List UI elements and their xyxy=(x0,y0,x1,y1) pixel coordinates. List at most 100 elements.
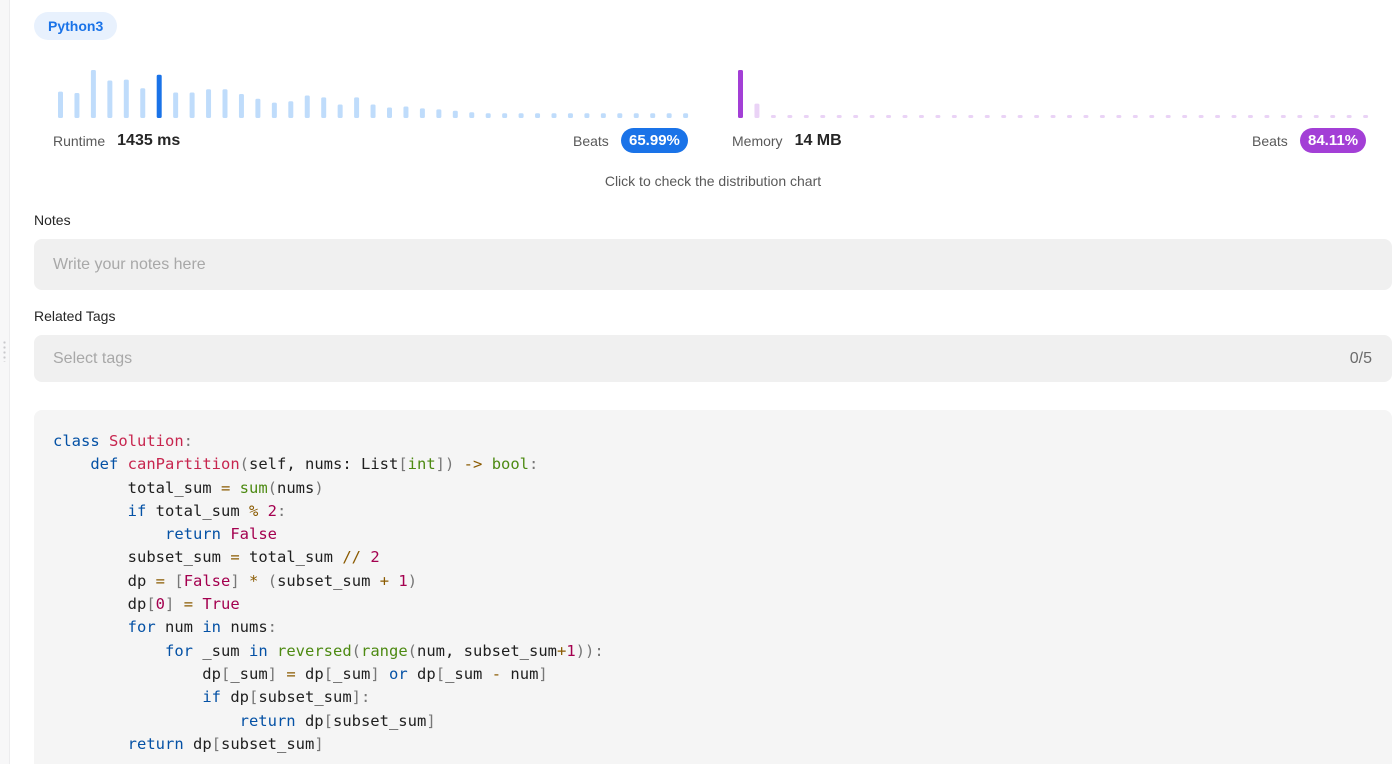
runtime-dist-bar[interactable] xyxy=(222,89,228,118)
language-pill[interactable]: Python3 xyxy=(34,12,118,40)
memory-dist-bar[interactable] xyxy=(1247,115,1253,118)
memory-dist-bar[interactable] xyxy=(869,115,875,118)
code-token: ]) xyxy=(435,455,455,474)
runtime-dist-bar[interactable] xyxy=(304,95,310,118)
memory-dist-bar[interactable] xyxy=(836,115,842,118)
runtime-dist-bar[interactable] xyxy=(189,92,195,118)
memory-dist-bar[interactable] xyxy=(935,115,941,118)
notes-input[interactable]: Write your notes here xyxy=(34,239,1392,290)
memory-dist-bar[interactable] xyxy=(853,115,859,118)
memory-dist-bar[interactable] xyxy=(1017,115,1023,118)
runtime-dist-bar[interactable] xyxy=(419,108,425,118)
runtime-dist-bar[interactable] xyxy=(485,113,491,118)
runtime-dist-bar[interactable] xyxy=(58,91,63,118)
runtime-dist-bar[interactable] xyxy=(551,113,557,118)
runtime-dist-bar[interactable] xyxy=(238,94,244,118)
runtime-dist-bar[interactable] xyxy=(140,88,146,118)
runtime-dist-bar[interactable] xyxy=(255,98,261,118)
memory-dist-bar[interactable] xyxy=(803,115,809,118)
runtime-dist-bar[interactable] xyxy=(469,112,475,118)
runtime-dist-bar[interactable] xyxy=(288,101,294,118)
code-token: = xyxy=(286,664,296,683)
runtime-dist-bar[interactable] xyxy=(502,113,508,118)
memory-distribution-chart[interactable] xyxy=(730,60,1380,122)
memory-dist-bar[interactable] xyxy=(1363,115,1369,118)
runtime-dist-bar[interactable] xyxy=(354,97,360,118)
memory-dist-bar[interactable] xyxy=(1116,115,1122,118)
runtime-dist-bar[interactable] xyxy=(650,113,656,118)
memory-dist-bar[interactable] xyxy=(1264,115,1270,118)
distribution-chart-hint[interactable]: Click to check the distribution chart xyxy=(0,173,1400,189)
tags-select[interactable]: Select tags 0/5 xyxy=(34,335,1392,382)
code-token: return xyxy=(164,525,221,544)
runtime-dist-bar[interactable] xyxy=(337,104,343,118)
memory-dist-bar[interactable] xyxy=(886,115,892,118)
memory-dist-bar[interactable] xyxy=(1050,115,1056,118)
memory-dist-bar[interactable] xyxy=(984,115,990,118)
runtime-dist-bar[interactable] xyxy=(271,102,277,118)
runtime-dist-bar[interactable] xyxy=(633,113,639,118)
runtime-dist-bar[interactable] xyxy=(452,110,458,118)
memory-dist-bar[interactable] xyxy=(1083,115,1089,118)
memory-dist-bar[interactable] xyxy=(1034,115,1040,118)
memory-dist-bar[interactable] xyxy=(820,115,826,118)
code-token: bool xyxy=(491,455,530,474)
memory-value: 14 MB xyxy=(794,132,842,149)
memory-dist-bar[interactable] xyxy=(1001,115,1007,118)
memory-dist-bar[interactable] xyxy=(1297,115,1303,118)
memory-dist-bar[interactable] xyxy=(1313,115,1319,118)
runtime-dist-bar[interactable] xyxy=(683,113,689,118)
code-token: range xyxy=(361,641,408,660)
runtime-dist-bar[interactable] xyxy=(206,89,212,118)
memory-dist-bar[interactable] xyxy=(951,115,957,118)
runtime-dist-bar[interactable] xyxy=(584,113,590,118)
memory-dist-bar[interactable] xyxy=(1099,115,1105,118)
runtime-dist-bar[interactable] xyxy=(567,113,573,118)
memory-dist-bar[interactable] xyxy=(1165,115,1171,118)
memory-dist-bar[interactable] xyxy=(968,115,974,118)
runtime-dist-bar[interactable] xyxy=(90,70,96,118)
resize-handle[interactable] xyxy=(3,340,6,362)
runtime-dist-bar[interactable] xyxy=(600,113,606,118)
memory-dist-bar[interactable] xyxy=(902,115,908,118)
runtime-dist-bar[interactable] xyxy=(666,113,672,118)
memory-dist-bar[interactable] xyxy=(1330,115,1336,118)
runtime-dist-bar[interactable] xyxy=(74,93,80,118)
code-block[interactable]: class Solution: def canPartition(self, n… xyxy=(34,410,1392,764)
runtime-dist-bar[interactable] xyxy=(403,106,409,118)
memory-dist-bar[interactable] xyxy=(1346,115,1352,118)
runtime-dist-bar[interactable] xyxy=(370,104,376,118)
runtime-dist-bar[interactable] xyxy=(156,74,162,118)
runtime-dist-bar[interactable] xyxy=(535,113,541,118)
memory-dist-bar[interactable] xyxy=(1149,115,1155,118)
code-token: Solution xyxy=(109,432,184,450)
memory-dist-bar[interactable] xyxy=(754,103,760,118)
memory-dist-bar[interactable] xyxy=(1198,115,1204,118)
tags-count: 0/5 xyxy=(1349,349,1372,367)
memory-dist-bar[interactable] xyxy=(918,115,924,118)
runtime-dist-bar[interactable] xyxy=(123,79,129,118)
runtime-dist-bar[interactable] xyxy=(617,113,623,118)
memory-dist-bar[interactable] xyxy=(738,70,743,118)
memory-dist-bar[interactable] xyxy=(1280,115,1286,118)
memory-dist-bar[interactable] xyxy=(770,115,776,118)
code-token: + xyxy=(379,571,390,590)
memory-dist-bar[interactable] xyxy=(787,115,793,118)
memory-dist-bar[interactable] xyxy=(1132,115,1138,118)
memory-dist-bar[interactable] xyxy=(1182,115,1188,118)
runtime-dist-bar[interactable] xyxy=(321,97,327,118)
memory-dist-bar[interactable] xyxy=(1215,115,1221,118)
runtime-dist-bar[interactable] xyxy=(518,113,524,118)
memory-dist-bar[interactable] xyxy=(1067,115,1072,118)
code-token: dp xyxy=(220,688,249,707)
runtime-distribution-chart[interactable] xyxy=(50,60,700,122)
runtime-dist-bar[interactable] xyxy=(107,80,113,118)
runtime-dist-bar[interactable] xyxy=(173,92,179,118)
runtime-dist-bar[interactable] xyxy=(387,107,392,118)
runtime-dist-bar[interactable] xyxy=(436,109,442,118)
memory-dist-bar[interactable] xyxy=(1231,115,1237,118)
code-token: sum xyxy=(239,478,268,497)
code-token: = xyxy=(220,478,231,497)
code-token: return xyxy=(127,734,184,753)
